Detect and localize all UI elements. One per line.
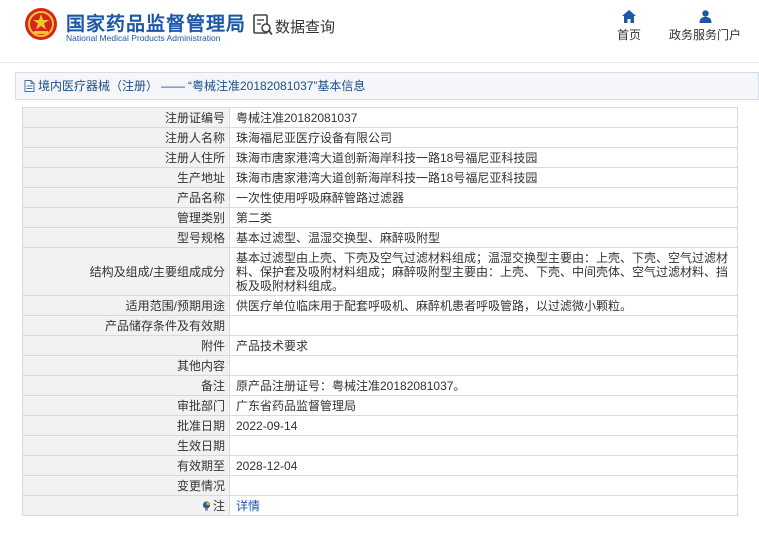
field-label: 批准日期 bbox=[22, 415, 230, 436]
site-header: 国家药品监督管理局 National Medical Products Admi… bbox=[0, 0, 759, 63]
site-logo-title: 国家药品监督管理局 bbox=[66, 14, 247, 35]
field-value bbox=[229, 435, 738, 456]
field-label: 注册证编号 bbox=[22, 107, 230, 128]
table-row: 产品储存条件及有效期 bbox=[22, 315, 738, 336]
field-value bbox=[229, 355, 738, 376]
field-value: 广东省药品监督管理局 bbox=[229, 395, 738, 416]
field-label: 变更情况 bbox=[22, 475, 230, 496]
table-row: 生效日期 bbox=[22, 435, 738, 456]
breadcrumb-section-link[interactable]: 境内医疗器械（注册） bbox=[38, 73, 158, 99]
table-row: 有效期至 2028-12-04 bbox=[22, 455, 738, 476]
document-icon bbox=[24, 80, 35, 92]
data-query-label: 数据查询 bbox=[275, 19, 336, 36]
nav-service-portal[interactable]: 政务服务门户 bbox=[668, 10, 742, 43]
table-row: 管理类别 第二类 bbox=[22, 207, 738, 228]
table-row: 适用范围/预期用途 供医疗单位临床用于配套呼吸机、麻醉机患者呼吸管路，以过滤微小颗… bbox=[22, 295, 738, 316]
field-value: 2022-09-14 bbox=[229, 415, 738, 436]
field-label: 备注 bbox=[22, 375, 230, 396]
detail-panel: 境内医疗器械（注册） —— “粤械注准20182081037”基本信息 注册证编… bbox=[15, 72, 759, 545]
table-row: 批准日期 2022-09-14 bbox=[22, 415, 738, 436]
table-row: 型号规格 基本过滤型、温湿交换型、麻醉吸附型 bbox=[22, 227, 738, 248]
field-value: 产品技术要求 bbox=[229, 335, 738, 356]
field-label: 生效日期 bbox=[22, 435, 230, 456]
registration-info-table: 注册证编号 粤械注准20182081037 注册人名称 珠海福尼亚医疗设备有限公司 … bbox=[22, 107, 738, 516]
user-icon bbox=[699, 10, 711, 23]
table-row: 注册人名称 珠海福尼亚医疗设备有限公司 bbox=[22, 127, 738, 148]
table-row: 备注 原产品注册证号：粤械注准20182081037。 bbox=[22, 375, 738, 396]
field-value: 基本过滤型、温湿交换型、麻醉吸附型 bbox=[229, 227, 738, 248]
field-label: 生产地址 bbox=[22, 167, 230, 188]
field-label: 审批部门 bbox=[22, 395, 230, 416]
field-label: 产品储存条件及有效期 bbox=[22, 315, 230, 336]
table-row: 结构及组成/主要组成成分 基本过滤型由上壳、下壳及空气过滤材料组成；温湿交换型主要… bbox=[22, 247, 738, 296]
field-value: 珠海市唐家港湾大道创新海岸科技一路18号福尼亚科技园 bbox=[229, 147, 738, 168]
field-value: 2028-12-04 bbox=[229, 455, 738, 476]
detail-link[interactable]: 详情 bbox=[236, 499, 260, 513]
field-label: 结构及组成/主要组成成分 bbox=[22, 247, 230, 296]
field-label: 附件 bbox=[22, 335, 230, 356]
field-label: 型号规格 bbox=[22, 227, 230, 248]
note-label: 注 bbox=[212, 499, 225, 513]
field-label: 注册人住所 bbox=[22, 147, 230, 168]
field-value: 基本过滤型由上壳、下壳及空气过滤材料组成；温湿交换型主要由：上壳、下壳、空气过滤… bbox=[229, 247, 738, 296]
table-row: 注册证编号 粤械注准20182081037 bbox=[22, 107, 738, 128]
field-label: 适用范围/预期用途 bbox=[22, 295, 230, 316]
table-row: 产品名称 一次性使用呼吸麻醉管路过滤器 bbox=[22, 187, 738, 208]
table-row: 审批部门 广东省药品监督管理局 bbox=[22, 395, 738, 416]
table-row: 附件 产品技术要求 bbox=[22, 335, 738, 356]
field-value bbox=[229, 315, 738, 336]
field-value: 一次性使用呼吸麻醉管路过滤器 bbox=[229, 187, 738, 208]
table-row: 注 详情 bbox=[22, 495, 738, 516]
site-logo-subtitle: National Medical Products Administration bbox=[66, 33, 221, 43]
table-row: 注册人住所 珠海市唐家港湾大道创新海岸科技一路18号福尼亚科技园 bbox=[22, 147, 738, 168]
field-value: 珠海福尼亚医疗设备有限公司 bbox=[229, 127, 738, 148]
breadcrumb-title: “粤械注准20182081037”基本信息 bbox=[188, 79, 366, 93]
national-emblem-icon bbox=[25, 8, 57, 40]
field-label: 其他内容 bbox=[22, 355, 230, 376]
table-row: 生产地址 珠海市唐家港湾大道创新海岸科技一路18号福尼亚科技园 bbox=[22, 167, 738, 188]
field-label: 管理类别 bbox=[22, 207, 230, 228]
field-label: 有效期至 bbox=[22, 455, 230, 476]
field-value: 详情 bbox=[229, 495, 738, 516]
info-bulb-icon bbox=[202, 501, 211, 511]
field-value: 供医疗单位临床用于配套呼吸机、麻醉机患者呼吸管路，以过滤微小颗粒。 bbox=[229, 295, 738, 316]
field-value bbox=[229, 475, 738, 496]
breadcrumb: 境内医疗器械（注册） —— “粤械注准20182081037”基本信息 bbox=[15, 72, 759, 100]
field-value: 粤械注准20182081037 bbox=[229, 107, 738, 128]
breadcrumb-separator: —— bbox=[161, 79, 186, 93]
data-query-icon bbox=[253, 14, 273, 36]
field-value: 第二类 bbox=[229, 207, 738, 228]
nav-service-portal-label: 政务服务门户 bbox=[668, 28, 741, 42]
table-row: 其他内容 bbox=[22, 355, 738, 376]
field-label: 产品名称 bbox=[22, 187, 230, 208]
nav-home-label: 首页 bbox=[616, 28, 641, 42]
field-label: 注册人名称 bbox=[22, 127, 230, 148]
table-row: 变更情况 bbox=[22, 475, 738, 496]
field-value: 珠海市唐家港湾大道创新海岸科技一路18号福尼亚科技园 bbox=[229, 167, 738, 188]
field-value: 原产品注册证号：粤械注准20182081037。 bbox=[229, 375, 738, 396]
nav-home[interactable]: 首页 bbox=[614, 10, 644, 43]
field-label: 注 bbox=[22, 495, 230, 516]
home-icon bbox=[622, 10, 636, 23]
